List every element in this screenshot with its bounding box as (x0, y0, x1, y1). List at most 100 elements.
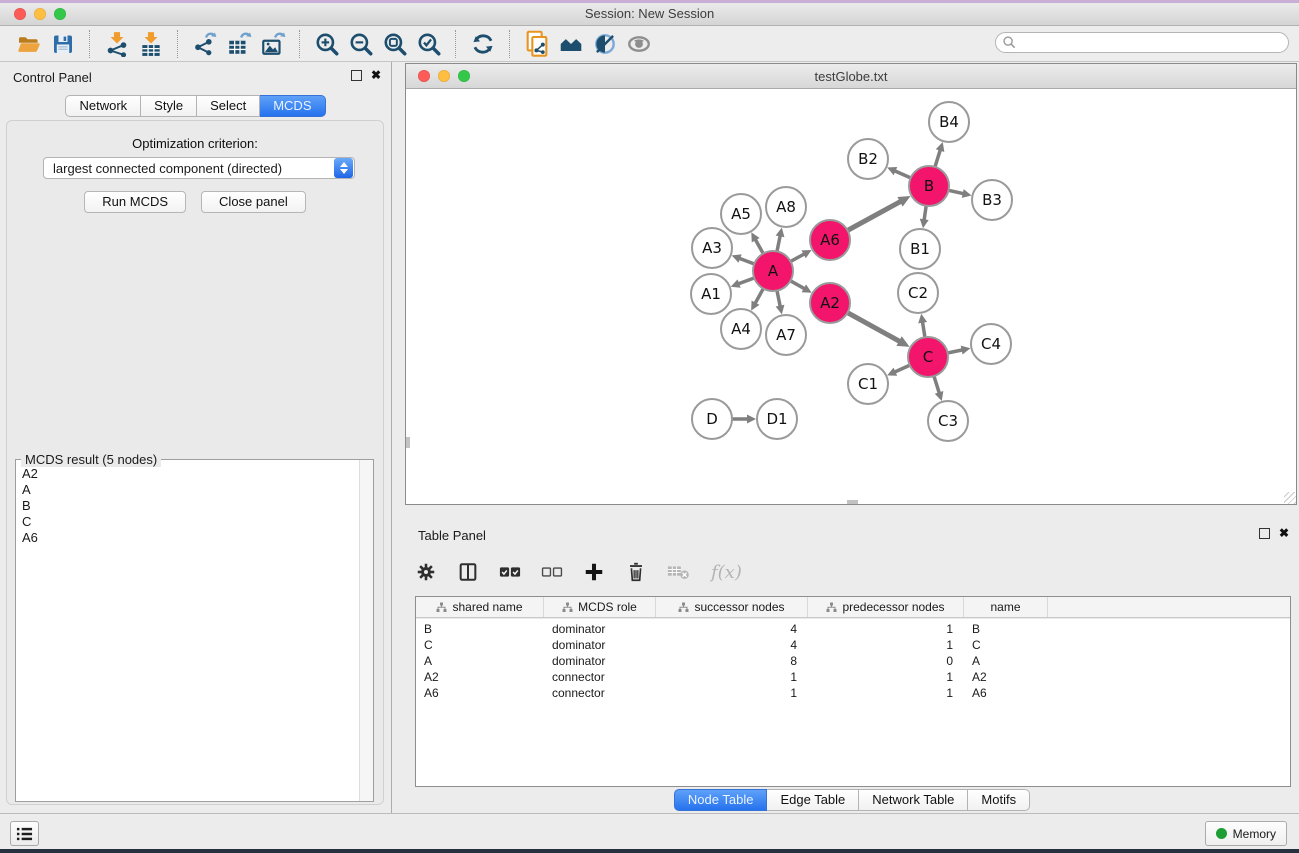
table-cell[interactable]: C (964, 637, 1048, 653)
scrollbar-track[interactable] (359, 460, 373, 801)
float-panel-icon[interactable] (351, 70, 362, 81)
close-panel-icon[interactable]: ✖ (1279, 528, 1289, 539)
table-cell[interactable]: 0 (808, 653, 964, 669)
table-cell[interactable]: 4 (656, 637, 808, 653)
network-canvas[interactable]: B4B2BB3B1A5A8A3A6AA1A2A4A7C2C4CC1C3DD1 (406, 89, 1296, 504)
import-table-button[interactable] (134, 29, 168, 59)
tab-node-table[interactable]: Node Table (674, 789, 768, 811)
mcds-result-list: A2ABCA6 (16, 466, 359, 801)
network-window-title: testGlobe.txt (406, 69, 1296, 84)
table-cell[interactable]: dominator (544, 653, 656, 669)
tab-network[interactable]: Network (65, 95, 141, 117)
memory-button[interactable]: Memory (1205, 821, 1287, 846)
optimization-criterion-select[interactable]: largest connected component (directed) (43, 157, 355, 179)
search-input[interactable] (1017, 34, 1288, 52)
table-cell[interactable]: 4 (656, 621, 808, 637)
delete-columns-button[interactable] (625, 561, 647, 583)
zoom-in-button[interactable] (310, 29, 344, 59)
function-builder-button[interactable]: f(x) (711, 562, 742, 583)
table-cell[interactable]: A2 (964, 669, 1048, 685)
column-header-successor-nodes[interactable]: successor nodes (656, 597, 808, 617)
search-field[interactable] (995, 32, 1289, 53)
zoom-selected-button[interactable] (412, 29, 446, 59)
delete-table-button[interactable] (667, 563, 691, 581)
export-network-button[interactable] (188, 29, 222, 59)
vertical-scroll-indicator[interactable] (406, 437, 410, 448)
table-cell[interactable]: C (416, 637, 544, 653)
table-cell[interactable]: B (416, 621, 544, 637)
table-cell[interactable]: 8 (656, 653, 808, 669)
mcds-result-item[interactable]: C (16, 514, 359, 530)
tab-edge-table[interactable]: Edge Table (767, 789, 859, 811)
zoom-fit-button[interactable] (378, 29, 412, 59)
close-panel-icon[interactable]: ✖ (371, 70, 381, 81)
export-image-button[interactable] (256, 29, 290, 59)
table-cell[interactable]: 1 (808, 685, 964, 701)
table-cell[interactable]: 1 (808, 669, 964, 685)
run-mcds-button[interactable]: Run MCDS (84, 191, 186, 213)
horizontal-scroll-indicator[interactable] (847, 500, 858, 504)
network-window-titlebar: testGlobe.txt (406, 64, 1296, 89)
resize-handle[interactable] (1284, 492, 1296, 504)
table-row[interactable]: A6connector11A6 (416, 685, 1290, 701)
open-session-button[interactable] (12, 29, 46, 59)
table-cell[interactable]: 1 (808, 621, 964, 637)
tab-network-table[interactable]: Network Table (859, 789, 968, 811)
table-cell[interactable]: A (964, 653, 1048, 669)
tab-mcds[interactable]: MCDS (260, 95, 325, 117)
task-history-button[interactable] (10, 821, 39, 846)
table-cell[interactable]: dominator (544, 621, 656, 637)
mcds-result-item[interactable]: A6 (16, 530, 359, 546)
float-panel-icon[interactable] (1259, 528, 1270, 539)
export-table-button[interactable] (222, 29, 256, 59)
refresh-button[interactable] (466, 29, 500, 59)
import-network-icon (104, 31, 130, 57)
graph-node-label: A (768, 262, 779, 280)
column-header-shared-name[interactable]: shared name (416, 597, 544, 617)
create-column-button[interactable] (583, 561, 605, 583)
tab-style[interactable]: Style (141, 95, 197, 117)
table-cell[interactable]: connector (544, 685, 656, 701)
table-cell[interactable]: 1 (656, 685, 808, 701)
table-row[interactable]: A2connector11A2 (416, 669, 1290, 685)
show-columns-button[interactable] (457, 561, 479, 583)
graph-edge-arrowhead (918, 314, 927, 324)
table-cell[interactable]: A (416, 653, 544, 669)
mcds-result-item[interactable]: A (16, 482, 359, 498)
table-cell[interactable]: A6 (964, 685, 1048, 701)
mcds-result-item[interactable]: A2 (16, 466, 359, 482)
table-row[interactable]: Cdominator41C (416, 637, 1290, 653)
table-cell[interactable]: 1 (656, 669, 808, 685)
first-neighbors-button[interactable] (554, 29, 588, 59)
table-row[interactable]: Bdominator41B (416, 621, 1290, 637)
export-table-icon (226, 31, 252, 57)
table-cell[interactable]: A6 (416, 685, 544, 701)
toolbar-separator (299, 30, 301, 58)
table-cell[interactable]: B (964, 621, 1048, 637)
column-header-mcds-role[interactable]: MCDS role (544, 597, 656, 617)
list-icon (16, 826, 33, 842)
table-panel: Table Panel ✖ (405, 520, 1299, 813)
select-all-button[interactable] (499, 565, 521, 579)
table-cell[interactable]: 1 (808, 637, 964, 653)
toolbar-separator (509, 30, 511, 58)
close-panel-button[interactable]: Close panel (201, 191, 306, 213)
table-row[interactable]: Adominator80A (416, 653, 1290, 669)
tab-select[interactable]: Select (197, 95, 260, 117)
deselect-all-button[interactable] (541, 565, 563, 579)
tab-motifs[interactable]: Motifs (968, 789, 1030, 811)
hide-selected-button[interactable] (588, 29, 622, 59)
import-network-button[interactable] (100, 29, 134, 59)
table-options-button[interactable] (415, 561, 437, 583)
column-header-name[interactable]: name (964, 597, 1048, 617)
show-all-button[interactable] (622, 29, 656, 59)
select-all-icon (499, 565, 521, 579)
new-network-from-selection-button[interactable] (520, 29, 554, 59)
column-header-predecessor-nodes[interactable]: predecessor nodes (808, 597, 964, 617)
save-session-button[interactable] (46, 29, 80, 59)
mcds-result-item[interactable]: B (16, 498, 359, 514)
table-cell[interactable]: A2 (416, 669, 544, 685)
table-cell[interactable]: dominator (544, 637, 656, 653)
zoom-out-button[interactable] (344, 29, 378, 59)
table-cell[interactable]: connector (544, 669, 656, 685)
